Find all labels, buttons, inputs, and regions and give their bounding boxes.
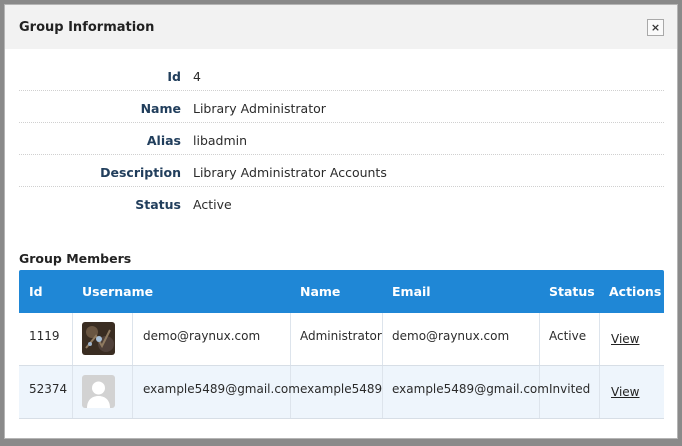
member-name: example5489 <box>300 382 383 396</box>
id-label: Id <box>167 69 181 84</box>
member-email: example5489@gmail.com <box>392 382 549 396</box>
alias-label: Alias <box>146 133 181 148</box>
header-status[interactable]: Status <box>549 284 595 299</box>
column-divider <box>599 366 600 418</box>
member-status: Active <box>549 329 587 343</box>
column-divider <box>539 313 540 365</box>
column-divider <box>132 366 133 418</box>
group-members-title: Group Members <box>19 251 132 266</box>
column-divider <box>72 313 73 365</box>
table-row: 52374 example5489@gmail.com example5489 … <box>19 366 664 419</box>
member-email: demo@raynux.com <box>392 329 510 343</box>
close-button[interactable]: × <box>647 19 664 36</box>
id-value: 4 <box>193 69 201 84</box>
table-header: Id Username Name Email Status Actions <box>19 270 664 313</box>
dialog-title: Group Information <box>19 20 155 35</box>
description-label: Description <box>100 165 181 180</box>
member-status: Invited <box>549 382 591 396</box>
name-value: Library Administrator <box>193 101 326 116</box>
avatar <box>82 322 115 355</box>
name-label: Name <box>140 101 181 116</box>
header-actions: Actions <box>609 284 662 299</box>
header-id[interactable]: Id <box>29 284 43 299</box>
info-row-status: Status Active <box>19 187 664 219</box>
table-row: 1119 demo@raynux.com Administrator demo@… <box>19 313 664 366</box>
info-row-id: Id 4 <box>19 59 664 91</box>
info-row-description: Description Library Administrator Accoun… <box>19 155 664 187</box>
column-divider <box>382 313 383 365</box>
view-link[interactable]: View <box>611 332 639 346</box>
description-value: Library Administrator Accounts <box>193 165 387 180</box>
header-username[interactable]: Username <box>82 284 153 299</box>
member-id: 1119 <box>29 329 60 343</box>
alias-value: libadmin <box>193 133 248 148</box>
info-row-alias: Alias libadmin <box>19 123 664 155</box>
column-divider <box>132 313 133 365</box>
member-name: Administrator <box>300 329 382 343</box>
dialog-titlebar: Group Information × <box>5 5 677 49</box>
column-divider <box>599 313 600 365</box>
group-information-dialog: Group Information × Id 4 Name Library Ad… <box>4 4 678 439</box>
member-username: demo@raynux.com <box>143 329 261 343</box>
member-id: 52374 <box>29 382 68 396</box>
header-name[interactable]: Name <box>300 284 340 299</box>
header-email[interactable]: Email <box>392 284 431 299</box>
view-link[interactable]: View <box>611 385 639 399</box>
placeholder-avatar <box>82 375 115 408</box>
group-members-table: Id Username Name Email Status Actions 11… <box>19 270 664 419</box>
status-value: Active <box>193 197 232 212</box>
column-divider <box>290 313 291 365</box>
status-label: Status <box>135 197 181 212</box>
info-row-name: Name Library Administrator <box>19 91 664 123</box>
member-username: example5489@gmail.com <box>143 382 300 396</box>
column-divider <box>72 366 73 418</box>
